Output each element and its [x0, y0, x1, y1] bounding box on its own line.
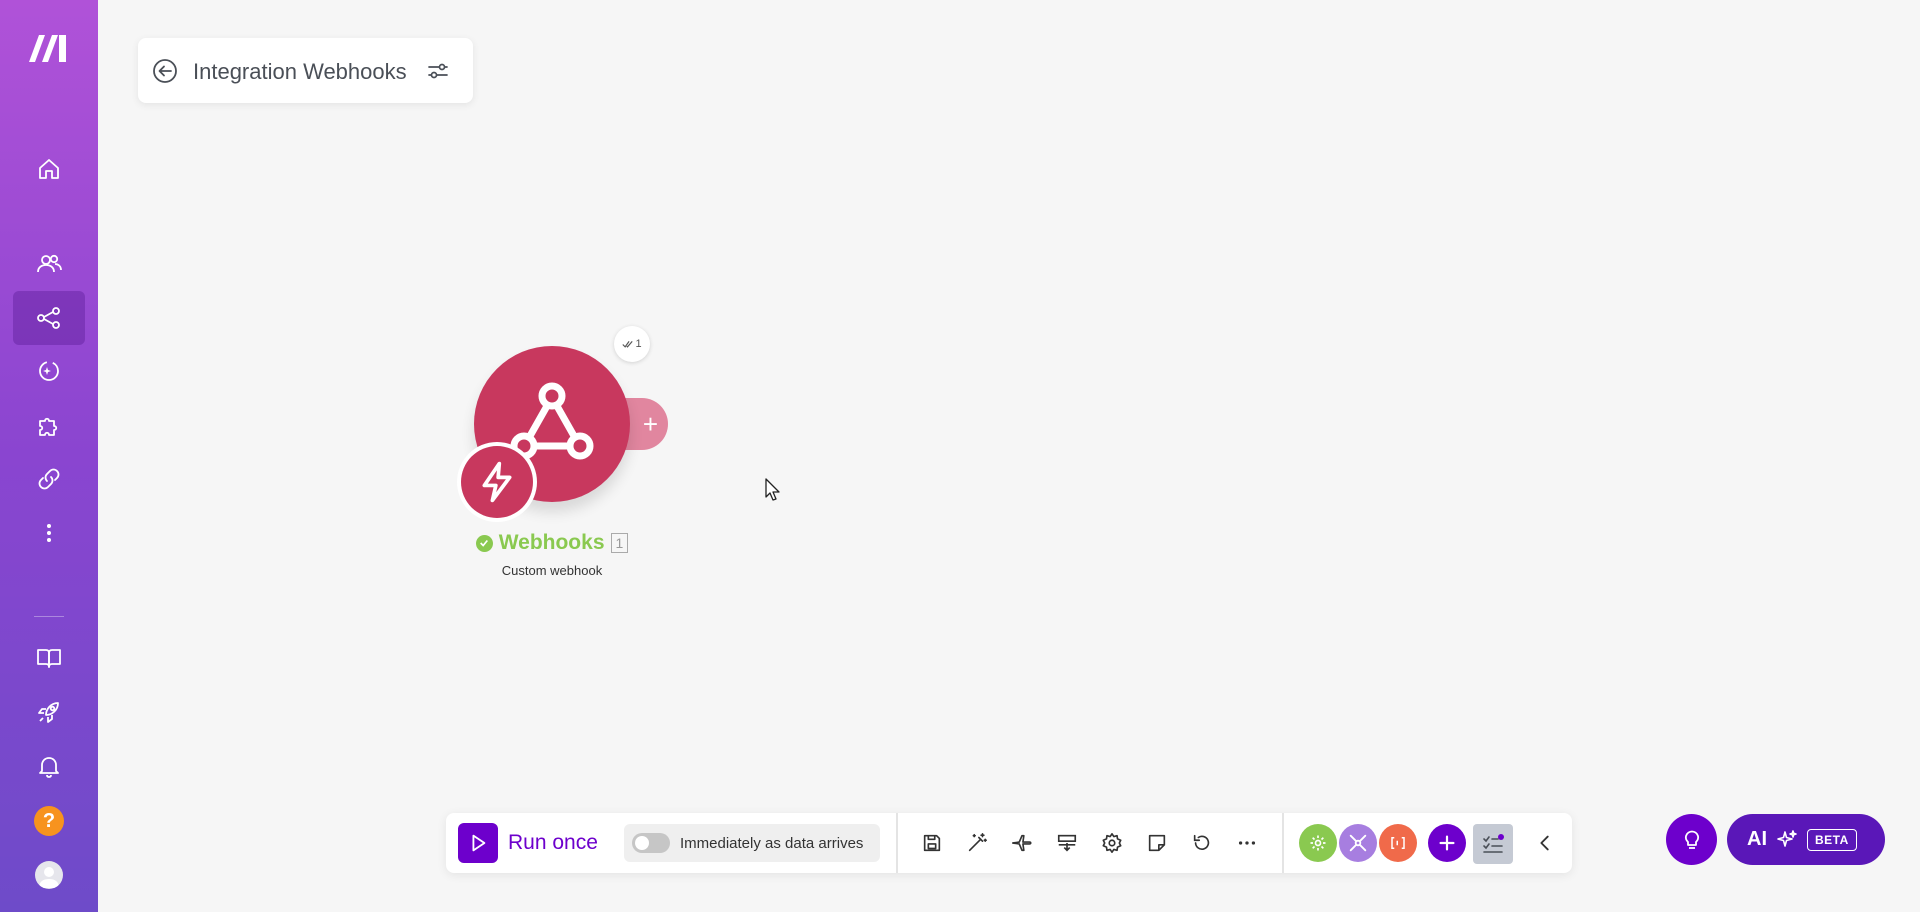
save-icon [923, 834, 941, 852]
toolbar-divider [1282, 813, 1284, 873]
sidebar-item-scenarios[interactable] [13, 291, 85, 345]
arrow-left-circle-icon [153, 59, 177, 83]
lightning-icon [482, 461, 512, 503]
make-logo[interactable] [27, 32, 71, 64]
sidebar-item-apps[interactable] [13, 399, 85, 453]
sidebar-item-help[interactable]: ? [13, 794, 85, 848]
bell-icon [39, 757, 59, 778]
sidebar-item-more[interactable] [13, 506, 85, 560]
team-icon [37, 254, 62, 273]
more-horizontal-icon [1238, 841, 1256, 845]
schedule-setting[interactable]: Immediately as data arrives [624, 824, 880, 862]
schedule-label: Immediately as data arrives [680, 834, 864, 852]
sidebar-item-notifications[interactable] [13, 739, 85, 793]
sidebar-item-home[interactable] [13, 142, 85, 196]
beta-badge: BETA [1807, 828, 1857, 851]
run-once-label: Run once [508, 831, 598, 854]
explain-flow-button[interactable] [1007, 828, 1037, 858]
notes-button[interactable] [1142, 828, 1172, 858]
tips-button[interactable] [1666, 814, 1717, 865]
sidebar-divider [34, 616, 64, 617]
help-icon: ? [34, 806, 64, 836]
sidebar-item-profile[interactable] [13, 848, 85, 902]
docs-book-icon [37, 649, 61, 668]
sidebar-item-docs[interactable] [13, 631, 85, 685]
sidebar-item-rocket[interactable] [13, 685, 85, 739]
plus-icon: + [642, 408, 658, 439]
sidebar-item-ai-agents[interactable] [13, 344, 85, 398]
plus-icon [1439, 835, 1455, 851]
home-icon [39, 159, 59, 179]
more-options-button[interactable] [1232, 828, 1262, 858]
flow-control-button[interactable] [1052, 828, 1082, 858]
ai-assistant-button[interactable]: AI BETA [1727, 814, 1885, 865]
log-panel-button[interactable] [1473, 824, 1513, 864]
notes-icon [1148, 834, 1166, 852]
avatar [35, 861, 63, 889]
back-button[interactable] [150, 56, 180, 86]
rocket-icon [38, 702, 59, 723]
apps-puzzle-icon [39, 417, 58, 436]
collapse-toolbar-button[interactable] [1530, 828, 1560, 858]
airplane-icon [1012, 834, 1032, 852]
counter-value: 1 [635, 338, 642, 350]
double-check-icon [622, 340, 634, 348]
run-once-button[interactable]: Run once [458, 823, 598, 863]
explain-flow-icon [1057, 834, 1077, 852]
sidebar: ? [0, 0, 98, 912]
mouse-cursor-icon [765, 478, 780, 501]
scenario-title[interactable]: Integration Webhooks [193, 59, 407, 85]
text-parser-favorite-button[interactable] [1379, 824, 1417, 862]
webhooks-module: + 1 Webhooks 1 Custom webhook [452, 326, 692, 586]
save-button[interactable] [917, 828, 947, 858]
text-parser-icon [1391, 837, 1405, 849]
tools-favorite-button[interactable] [1299, 824, 1337, 862]
chevron-left-icon [1540, 835, 1549, 851]
settings-gear-icon [1102, 833, 1122, 853]
more-vertical-icon [47, 524, 51, 542]
toolbar-divider [896, 813, 898, 873]
scenarios-icon [37, 307, 60, 329]
schedule-toggle[interactable] [632, 833, 670, 853]
module-label: Webhooks 1 [452, 531, 652, 555]
instant-trigger-badge [457, 442, 537, 522]
scenario-toolbar: Run once Immediately as data arrives [446, 813, 1572, 873]
flow-control-icon [1349, 834, 1367, 852]
checklist-icon [1483, 834, 1504, 853]
module-id: 1 [610, 533, 629, 553]
tools-app-icon [1310, 835, 1326, 851]
sidebar-item-connections[interactable] [13, 452, 85, 506]
module-subtitle: Custom webhook [501, 563, 603, 578]
module-name: Webhooks [498, 531, 605, 554]
sparkles-icon [1777, 829, 1797, 847]
flow-control-favorite-button[interactable] [1339, 824, 1377, 862]
undo-icon [1193, 834, 1210, 851]
lightbulb-icon [1684, 830, 1699, 849]
scenario-settings-button[interactable] [423, 56, 453, 86]
sidebar-item-team[interactable] [13, 237, 85, 291]
scenario-settings-gear-button[interactable] [1097, 828, 1127, 858]
ai-agents-icon [39, 361, 59, 381]
play-icon [458, 823, 498, 863]
auto-align-button[interactable] [962, 828, 992, 858]
connections-link-icon [38, 468, 60, 490]
add-favorite-button[interactable] [1428, 824, 1466, 862]
scenario-header: Integration Webhooks [138, 38, 473, 103]
undo-button[interactable] [1187, 828, 1217, 858]
operations-counter[interactable]: 1 [614, 326, 650, 362]
auto-align-wand-icon [968, 833, 987, 852]
ai-label: AI [1747, 828, 1767, 850]
check-success-icon [475, 534, 493, 552]
sliders-icon [428, 63, 448, 79]
